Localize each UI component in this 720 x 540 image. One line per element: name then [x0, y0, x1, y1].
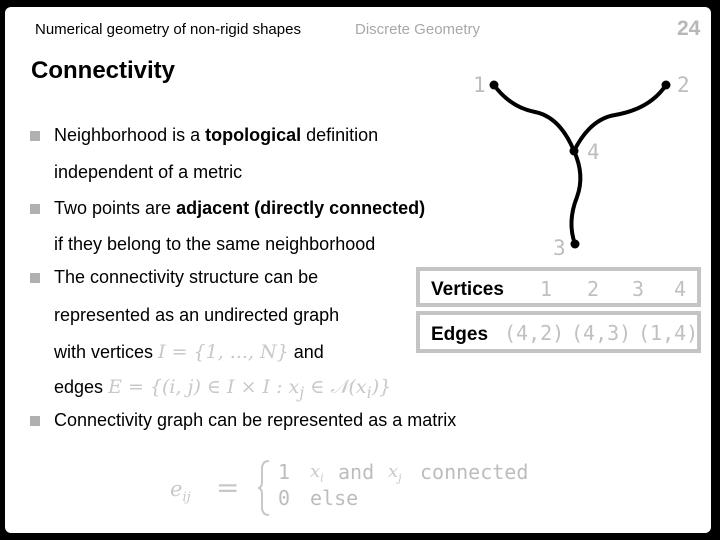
edge-value: (1,4)	[638, 321, 699, 345]
node-label-3: 3	[553, 236, 566, 260]
vertex-value: 3	[632, 277, 645, 301]
graph-node-4	[569, 146, 579, 156]
vertex-value: 2	[587, 277, 600, 301]
graph-node-1	[489, 80, 499, 90]
edges-box: Edges (4,2) (4,3) (1,4)	[416, 311, 701, 353]
node-label-1: 1	[473, 73, 486, 97]
node-label-4: 4	[587, 140, 600, 164]
vertex-value: 4	[674, 277, 687, 301]
graph-node-2	[661, 80, 671, 90]
edge-value: (4,3)	[571, 321, 632, 345]
graph-edge-1-4	[492, 83, 576, 153]
graph-edge-4-3	[569, 149, 583, 246]
vertex-value: 1	[540, 277, 553, 301]
vertices-box: Vertices 1 2 3 4	[416, 267, 701, 307]
vertices-label: Vertices	[431, 279, 504, 300]
slide: Numerical geometry of non-rigid shapes D…	[5, 7, 711, 533]
graph-node-3	[570, 239, 580, 249]
node-label-2: 2	[677, 73, 690, 97]
edges-label: Edges	[431, 324, 489, 345]
edge-value: (4,2)	[504, 321, 565, 345]
